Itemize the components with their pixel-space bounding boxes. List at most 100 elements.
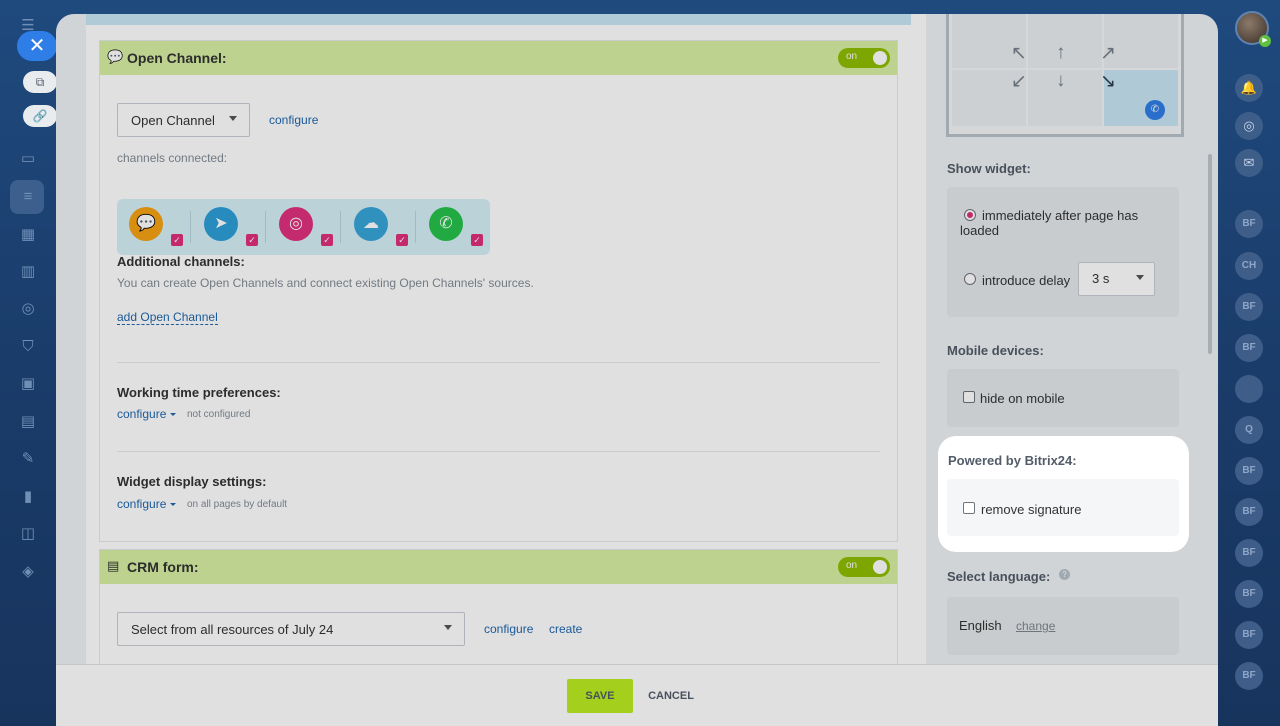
building-icon[interactable]: ▥ <box>17 263 39 281</box>
chevron-down-icon <box>229 116 237 121</box>
checkbox-icon[interactable]: ✓ <box>471 234 483 246</box>
robot-icon[interactable]: ◫ <box>17 525 39 543</box>
form-icon: ▤ <box>107 558 120 573</box>
checkbox-icon[interactable]: ✓ <box>171 234 183 246</box>
additional-channels-title: Additional channels: <box>117 254 245 269</box>
widget-display-configure-link[interactable]: configure <box>117 497 176 511</box>
widget-display-title: Widget display settings: <box>117 474 267 489</box>
arrow-down-right-icon[interactable]: ↘ <box>1100 70 1116 93</box>
chat-avatar[interactable]: BF <box>1235 210 1263 238</box>
cancel-button[interactable]: CANCEL <box>648 679 694 713</box>
close-slider-button[interactable]: ✕ <box>17 31 57 61</box>
chat-bubble-icon[interactable]: ✉ <box>1235 149 1263 177</box>
pen-icon[interactable]: ✎ <box>17 450 39 468</box>
language-value: English <box>959 618 1002 633</box>
cloud-icon[interactable]: ☁ <box>354 207 388 241</box>
spiral-icon[interactable]: ◎ <box>1235 112 1263 140</box>
contact-card-icon[interactable]: ▭ <box>17 150 39 168</box>
user-avatar[interactable]: ▶ <box>1235 11 1271 47</box>
save-button[interactable]: SAVE <box>567 679 633 713</box>
checkbox-icon[interactable]: ✓ <box>321 234 333 246</box>
checkbox-icon[interactable]: ✓ <box>246 234 258 246</box>
chat-icon[interactable]: 💬 <box>129 207 163 241</box>
chat-avatar[interactable]: BF <box>1235 662 1263 690</box>
chat-avatar[interactable]: BF <box>1235 334 1263 362</box>
widget-position-grid: ↖ ↑ ↗ ↙ ↓ ↘ ✆ <box>946 14 1184 137</box>
select-language-label: Select language: <box>947 569 1051 584</box>
chat-avatar[interactable]: CH <box>1235 252 1263 280</box>
change-language-link[interactable]: change <box>1016 619 1055 633</box>
widget-display-status: on all pages by default <box>187 499 288 510</box>
arrow-up-right-icon[interactable]: ↗ <box>1100 42 1116 65</box>
document-icon[interactable]: ▤ <box>17 413 39 431</box>
help-icon[interactable]: ? <box>1059 569 1070 580</box>
open-channel-select[interactable]: Open Channel <box>117 103 250 137</box>
powered-by-label: Powered by Bitrix24: <box>948 453 1077 468</box>
arrow-down-icon[interactable]: ↓ <box>1056 70 1066 92</box>
open-new-window-button[interactable]: ⧉ <box>23 71 57 93</box>
connected-channels-list: 💬 ✓ ➤ ✓ ◎ ✓ ☁ ✓ ✆ ✓ <box>117 199 490 255</box>
chart-icon[interactable]: ▮ <box>17 488 39 506</box>
show-widget-label: Show widget: <box>947 161 1031 176</box>
divider <box>265 211 266 243</box>
crm-form-select[interactable]: Select from all resources of July 24 <box>117 612 465 646</box>
filter-icon[interactable]: ≡ <box>17 188 39 206</box>
scrollbar[interactable] <box>1208 154 1212 354</box>
powered-by-highlight: Powered by Bitrix24: remove signature <box>938 436 1189 552</box>
chat-avatar[interactable]: BF <box>1235 539 1263 567</box>
chat-avatar[interactable]: BF <box>1235 293 1263 321</box>
left-nav-rail: ☰ ✕ ⧉ 🔗 ▭ ≡ ▦ ▥ ◎ ⛉ ▣ ▤ ✎ ▮ ◫ ◈ <box>0 0 57 726</box>
delay-radio[interactable] <box>964 273 976 285</box>
box-icon[interactable]: ◈ <box>17 563 39 581</box>
chat-avatar[interactable] <box>1235 375 1263 403</box>
chat-avatar[interactable]: BF <box>1235 498 1263 526</box>
arrow-up-left-icon[interactable]: ↖ <box>1011 42 1027 65</box>
configure-crm-form-link[interactable]: configure <box>484 622 533 636</box>
toggle-label: on <box>846 51 858 62</box>
chat-avatar[interactable]: BF <box>1235 457 1263 485</box>
add-open-channel-link[interactable]: add Open Channel <box>117 310 218 325</box>
checkbox-icon[interactable]: ✓ <box>396 234 408 246</box>
play-icon: ▶ <box>1259 35 1271 47</box>
widget-settings-slider: 💬 Open Channel: on Open Channel configur… <box>56 14 1218 726</box>
open-channel-section: 💬 Open Channel: on Open Channel configur… <box>99 40 898 542</box>
telegram-icon[interactable]: ➤ <box>204 207 238 241</box>
open-channel-toggle[interactable]: on <box>838 48 890 68</box>
arrow-down-left-icon[interactable]: ↙ <box>1011 70 1027 93</box>
section-title: CRM form: <box>127 559 199 575</box>
whatsapp-icon[interactable]: ✆ <box>429 207 463 241</box>
calendar-icon[interactable]: ▦ <box>17 226 39 244</box>
crm-form-toggle[interactable]: on <box>838 557 890 577</box>
bell-icon[interactable]: 🔔 <box>1235 74 1263 102</box>
select-value: Select from all resources of July 24 <box>131 622 334 637</box>
mobile-devices-box: hide on mobile <box>947 369 1179 427</box>
chat-icon: 💬 <box>107 49 124 64</box>
cart-icon[interactable]: ⛉ <box>17 338 39 356</box>
arrow-up-icon[interactable]: ↑ <box>1056 42 1066 64</box>
copy-link-button[interactable]: 🔗 <box>23 105 57 127</box>
divider <box>340 211 341 243</box>
chevron-down-icon <box>1136 275 1144 280</box>
configure-open-channel-link[interactable]: configure <box>269 113 318 127</box>
hide-mobile-checkbox[interactable] <box>963 391 975 403</box>
divider <box>117 451 880 452</box>
footer-bar: SAVE CANCEL <box>56 664 1218 726</box>
chat-avatar[interactable]: Q <box>1235 416 1263 444</box>
instagram-icon[interactable]: ◎ <box>279 207 313 241</box>
toggle-knob <box>873 51 887 65</box>
open-channel-header: 💬 Open Channel: on <box>100 41 897 75</box>
working-time-title: Working time preferences: <box>117 385 281 400</box>
select-value: 3 s <box>1092 271 1110 286</box>
channels-connected-label: channels connected: <box>117 151 228 165</box>
working-time-configure-link[interactable]: configure <box>117 407 176 421</box>
store-icon[interactable]: ▣ <box>17 375 39 393</box>
chat-avatar[interactable]: BF <box>1235 621 1263 649</box>
working-time-status: not configured <box>187 409 251 420</box>
delay-select[interactable]: 3 s <box>1078 262 1155 296</box>
target-icon[interactable]: ◎ <box>17 300 39 318</box>
remove-signature-checkbox[interactable] <box>963 502 975 514</box>
right-settings-column: ↖ ↑ ↗ ↙ ↓ ↘ ✆ Show widget: immediately a… <box>926 14 1188 674</box>
delay-label: introduce delay <box>982 273 1071 288</box>
create-crm-form-link[interactable]: create <box>549 622 582 636</box>
chat-avatar[interactable]: BF <box>1235 580 1263 608</box>
